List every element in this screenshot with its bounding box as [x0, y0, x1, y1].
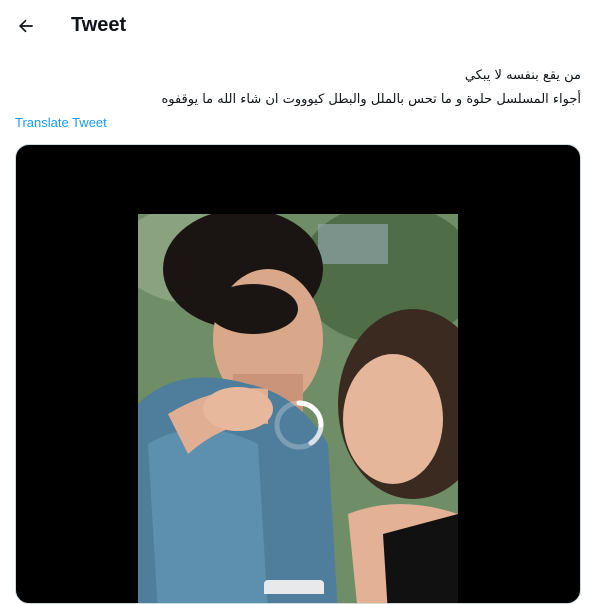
tweet-line-2: أجواء المسلسل حلوة و ما تحس بالملل والبط… [161, 92, 581, 107]
tweet-text: من يقع بنفسه لا يبكي أجواء المسلسل حلوة … [21, 64, 581, 112]
video-control-chip[interactable] [264, 580, 324, 594]
header-bar: Tweet [0, 0, 600, 52]
translate-tweet-link[interactable]: Translate Tweet [15, 115, 107, 130]
arrow-left-icon [18, 19, 33, 33]
tweet-line-1: من يقع بنفسه لا يبكي [464, 68, 581, 83]
back-button[interactable] [7, 7, 45, 45]
video-player[interactable] [15, 144, 581, 604]
page-title: Tweet [71, 14, 127, 36]
loading-spinner-icon [271, 397, 327, 453]
